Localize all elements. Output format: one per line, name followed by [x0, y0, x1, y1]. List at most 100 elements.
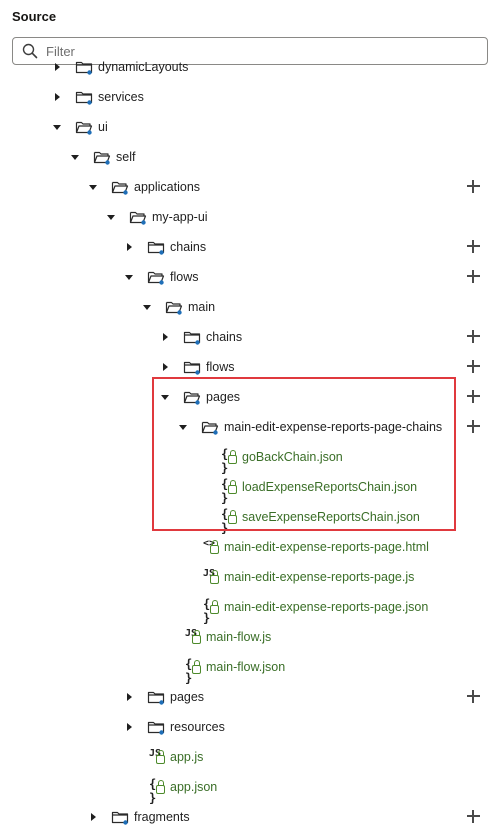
- add-icon[interactable]: [465, 388, 481, 404]
- tree-folder-row[interactable]: my-app-ui: [0, 204, 498, 230]
- tree-item-label: main-edit-expense-reports-page-chains: [224, 420, 443, 434]
- tree-file-row[interactable]: JS main-edit-expense-reports-page.js: [0, 564, 498, 590]
- tree-folder-row[interactable]: main: [0, 294, 498, 320]
- add-icon[interactable]: [465, 688, 481, 704]
- folder-open-icon: [93, 149, 111, 165]
- tree-file-row[interactable]: { } loadExpenseReportsChain.json: [0, 474, 498, 505]
- folder-icon: [183, 329, 201, 345]
- tree-file-row[interactable]: { } app.json: [0, 774, 498, 805]
- tree-folder-row[interactable]: dynamicLayouts: [0, 54, 498, 80]
- tree-folder-row[interactable]: flows: [0, 354, 498, 380]
- js-file-icon: JS: [149, 748, 169, 766]
- tree-item-label: app.js: [170, 750, 204, 764]
- html-file-icon: <>: [203, 538, 223, 556]
- add-icon[interactable]: [465, 358, 481, 374]
- tree-item-label: goBackChain.json: [242, 450, 343, 464]
- folder-open-icon: [165, 299, 183, 315]
- json-file-icon: { }: [221, 477, 241, 505]
- folder-icon: [147, 239, 165, 255]
- tree-item-label: saveExpenseReportsChain.json: [242, 510, 420, 524]
- tree-folder-row[interactable]: services: [0, 84, 498, 110]
- tree-item-label: chains: [170, 240, 207, 254]
- add-icon[interactable]: [465, 808, 481, 824]
- tree-item-label: ui: [98, 120, 108, 134]
- tree-item-label: main-edit-expense-reports-page.json: [224, 600, 429, 614]
- tree-folder-row[interactable]: pages: [0, 684, 498, 710]
- tree-folder-row[interactable]: applications: [0, 174, 498, 200]
- caret-right-icon[interactable]: [123, 242, 135, 252]
- json-file-icon: { }: [203, 597, 223, 625]
- tree-folder-row[interactable]: flows: [0, 264, 498, 290]
- tree-item-label: loadExpenseReportsChain.json: [242, 480, 418, 494]
- caret-right-icon[interactable]: [123, 722, 135, 732]
- folder-icon: [75, 89, 93, 105]
- tree-item-label: flows: [206, 360, 235, 374]
- tree-file-row[interactable]: { } main-flow.json: [0, 654, 498, 685]
- caret-right-icon[interactable]: [123, 692, 135, 702]
- tree-folder-row[interactable]: fragments: [0, 804, 498, 830]
- tree-item-label: main-flow.js: [206, 630, 272, 644]
- tree-file-row[interactable]: <> main-edit-expense-reports-page.html: [0, 534, 498, 560]
- caret-right-icon[interactable]: [159, 362, 171, 372]
- tree-file-row[interactable]: { } saveExpenseReportsChain.json: [0, 504, 498, 535]
- folder-open-icon: [75, 119, 93, 135]
- tree-file-row[interactable]: { } goBackChain.json: [0, 444, 498, 475]
- json-file-icon: { }: [149, 777, 169, 805]
- caret-down-icon[interactable]: [159, 392, 171, 402]
- tree-item-label: main: [188, 300, 216, 314]
- tree-item-label: flows: [170, 270, 199, 284]
- tree-item-label: dynamicLayouts: [98, 60, 189, 74]
- tree-item-label: app.json: [170, 780, 218, 794]
- tree-folder-row[interactable]: self: [0, 144, 498, 170]
- json-file-icon: { }: [221, 447, 241, 475]
- add-icon[interactable]: [465, 418, 481, 434]
- caret-down-icon[interactable]: [123, 272, 135, 282]
- tree-item-label: pages: [206, 390, 241, 404]
- add-icon[interactable]: [465, 238, 481, 254]
- folder-icon: [147, 689, 165, 705]
- caret-down-icon[interactable]: [177, 422, 189, 432]
- tree-item-label: resources: [170, 720, 225, 734]
- caret-right-icon[interactable]: [87, 812, 99, 822]
- caret-down-icon[interactable]: [105, 212, 117, 222]
- tree-item-label: main-flow.json: [206, 660, 286, 674]
- tree-folder-row[interactable]: chains: [0, 324, 498, 350]
- folder-open-icon: [147, 269, 165, 285]
- js-file-icon: JS: [203, 568, 223, 586]
- tree-file-row[interactable]: { } main-edit-expense-reports-page.json: [0, 594, 498, 625]
- tree-folder-row[interactable]: main-edit-expense-reports-page-chains: [0, 414, 498, 440]
- caret-down-icon[interactable]: [51, 122, 63, 132]
- caret-right-icon[interactable]: [51, 62, 63, 72]
- tree-item-label: fragments: [134, 810, 190, 824]
- add-icon[interactable]: [465, 268, 481, 284]
- tree-item-label: main-edit-expense-reports-page.html: [224, 540, 429, 554]
- caret-down-icon[interactable]: [141, 302, 153, 312]
- caret-right-icon[interactable]: [51, 92, 63, 102]
- tree-item-label: chains: [206, 330, 243, 344]
- tree-item-label: my-app-ui: [152, 210, 208, 224]
- tree-folder-row[interactable]: resources: [0, 714, 498, 740]
- js-file-icon: JS: [185, 628, 205, 646]
- folder-open-icon: [201, 419, 219, 435]
- tree-item-label: pages: [170, 690, 205, 704]
- tree-folder-row[interactable]: ui: [0, 114, 498, 140]
- folder-icon: [75, 59, 93, 75]
- tree-file-row[interactable]: JS main-flow.js: [0, 624, 498, 650]
- tree-file-row[interactable]: JS app.js: [0, 744, 498, 770]
- add-icon[interactable]: [465, 328, 481, 344]
- add-icon[interactable]: [465, 178, 481, 194]
- folder-icon: [111, 809, 129, 825]
- folder-icon: [147, 719, 165, 735]
- caret-right-icon[interactable]: [159, 332, 171, 342]
- caret-down-icon[interactable]: [87, 182, 99, 192]
- caret-down-icon[interactable]: [69, 152, 81, 162]
- json-file-icon: { }: [185, 657, 205, 685]
- tree-item-label: self: [116, 150, 136, 164]
- folder-open-icon: [129, 209, 147, 225]
- tree-folder-row[interactable]: chains: [0, 234, 498, 260]
- json-file-icon: { }: [221, 507, 241, 535]
- tree-item-label: applications: [134, 180, 201, 194]
- tree-item-label: main-edit-expense-reports-page.js: [224, 570, 415, 584]
- folder-icon: [183, 359, 201, 375]
- tree-folder-row[interactable]: pages: [0, 384, 498, 410]
